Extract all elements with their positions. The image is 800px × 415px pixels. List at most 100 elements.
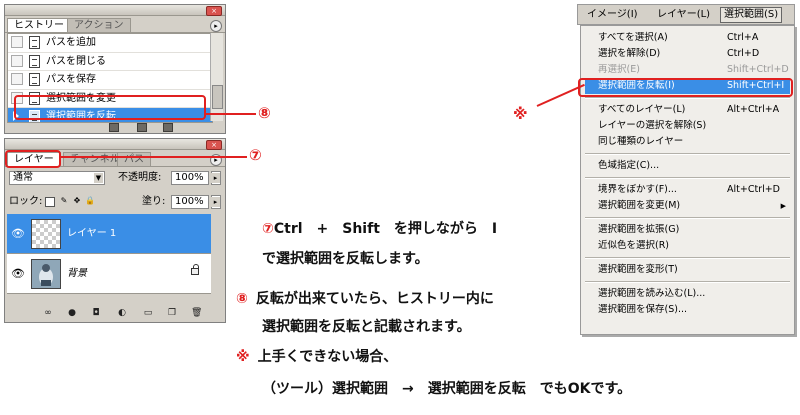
line1-text: Ctrl + Shift を押しながら I — [273, 221, 498, 237]
menu-item[interactable]: 選択範囲を保存(S)... — [585, 302, 790, 318]
line3-text: 反転が出来ていたら、ヒストリー内に — [255, 291, 494, 307]
camera-snapshot-icon[interactable] — [137, 123, 147, 132]
history-highlight-box — [14, 95, 206, 120]
marker-8: ⑧ — [258, 104, 271, 122]
menu-item-label: すべてのレイヤー(L) — [598, 104, 686, 115]
menu-item[interactable]: 選択範囲を変形(T) — [585, 262, 790, 278]
history-item-label: パスを保存 — [46, 74, 96, 86]
pointer-line-8 — [206, 113, 256, 115]
mask-icon[interactable]: ◘ — [91, 308, 101, 318]
menu-item-label: 同じ種類のレイヤー — [598, 136, 684, 147]
trash-icon[interactable] — [163, 123, 173, 132]
menu-item-label: 選択を解除(D) — [598, 48, 661, 59]
lock-brush-icon[interactable]: ✎ — [59, 197, 69, 207]
blend-row: 通常 ▼ 不透明度: 100% ▸ — [5, 169, 225, 189]
fill-arrow-button[interactable]: ▸ — [211, 195, 221, 209]
blend-mode-value: 通常 — [13, 172, 33, 183]
marker-note: ※ — [513, 105, 528, 123]
fill-value: 100% — [175, 196, 204, 207]
history-item[interactable]: パスを保存 — [8, 71, 212, 90]
menu-separator — [585, 153, 790, 155]
trash-icon[interactable]: 🗑 — [191, 308, 202, 318]
menu-item[interactable]: すべてのレイヤー(L) Alt+Ctrl+A — [585, 102, 790, 118]
menu-item[interactable]: 選択を解除(D) Ctrl+D — [585, 46, 790, 62]
menu-item[interactable]: レイヤーの選択を解除(S) — [585, 118, 790, 134]
adjustment-icon[interactable]: ◐ — [117, 308, 127, 318]
menu-item[interactable]: すべてを選択(A) Ctrl+A — [585, 30, 790, 46]
group-icon[interactable]: ▭ — [143, 308, 153, 318]
history-item[interactable]: パスを追加 — [8, 34, 212, 53]
menu-separator — [585, 177, 790, 179]
history-tab-row: ヒストリー アクション ▸ — [5, 16, 225, 33]
instruction-line-3: ⑧ 反転が出来ていたら、ヒストリー内に — [236, 290, 494, 308]
layers-bottom-bar: ∞ ● ◘ ◐ ▭ ❐ 🗑 — [5, 306, 225, 320]
panel-titlebar[interactable]: × — [5, 139, 225, 150]
panel-menu-arrow-icon[interactable]: ▸ — [210, 20, 222, 32]
opacity-input[interactable]: 100% — [171, 171, 209, 185]
line3-mark: ⑧ — [236, 291, 248, 307]
instruction-line-1: ⑦Ctrl + Shift を押しながら I — [262, 220, 497, 238]
menu-item-shortcut: Ctrl+D — [727, 48, 760, 59]
menu-item[interactable]: 境界をぼかす(F)... Alt+Ctrl+D — [585, 182, 790, 198]
menu-item-label: レイヤーの選択を解除(S) — [598, 120, 707, 131]
history-step-icon — [29, 54, 40, 68]
menu-item[interactable]: 選択範囲を読み込む(L)... — [585, 286, 790, 302]
layer-row-selected[interactable]: 👁 レイヤー 1 — [7, 214, 211, 254]
menu-item[interactable]: 選択範囲を変更(M) ▶ — [585, 198, 790, 214]
line5-text: 上手くできない場合、 — [257, 349, 398, 365]
menu-item[interactable]: 色域指定(C)... — [585, 158, 790, 174]
close-icon[interactable]: × — [206, 140, 222, 150]
opacity-arrow-button[interactable]: ▸ — [211, 171, 221, 185]
lock-all-icon[interactable]: 🔒 — [85, 197, 95, 207]
history-item[interactable]: パスを閉じる — [8, 53, 212, 72]
select-menu-dropdown: すべてを選択(A) Ctrl+A 選択を解除(D) Ctrl+D 再選択(E) Shift… — [580, 25, 795, 335]
layer-thumbnail — [31, 259, 61, 289]
fill-input[interactable]: 100% — [171, 195, 209, 209]
history-scrollbar[interactable] — [210, 33, 223, 121]
tab-actions[interactable]: アクション — [67, 18, 131, 32]
menu-item-shortcut: Ctrl+A — [727, 32, 759, 43]
menu-item[interactable]: 同じ種類のレイヤー — [585, 134, 790, 150]
menu-item[interactable]: 選択範囲を拡張(G) — [585, 222, 790, 238]
eye-icon[interactable]: 👁 — [11, 267, 25, 281]
menu-separator — [585, 281, 790, 283]
menu-item-label: 近似色を選択(R) — [598, 240, 670, 251]
scroll-thumb[interactable] — [212, 85, 223, 109]
eye-icon[interactable]: 👁 — [11, 227, 25, 241]
layer-thumbnail — [31, 219, 61, 249]
panel-titlebar[interactable]: × — [5, 5, 225, 16]
new-layer-icon[interactable]: ❐ — [167, 308, 177, 318]
menu-item[interactable]: 近似色を選択(R) — [585, 238, 790, 254]
history-item-label: パスを追加 — [46, 37, 96, 48]
lock-move-icon[interactable]: ✥ — [72, 197, 82, 207]
lock-label: ロック: — [9, 196, 43, 207]
layer-row[interactable]: 👁 背景 — [7, 254, 211, 294]
blend-mode-select[interactable]: 通常 ▼ — [9, 171, 105, 185]
layer-name: 背景 — [67, 268, 87, 279]
link-icon[interactable]: ∞ — [43, 308, 53, 318]
menu-layer[interactable]: レイヤー(L) — [654, 8, 713, 22]
history-bottom-bar — [5, 121, 225, 133]
snapshot-checkbox[interactable] — [11, 54, 23, 67]
tab-paths[interactable]: パス — [117, 152, 151, 166]
menu-select[interactable]: 選択範囲(S) — [720, 7, 783, 23]
menu-separator — [585, 97, 790, 99]
fx-icon[interactable]: ● — [67, 308, 77, 318]
menu-image[interactable]: イメージ(I) — [584, 8, 641, 22]
snapshot-checkbox[interactable] — [11, 73, 23, 86]
layers-tab-highlight-box — [5, 150, 61, 168]
menu-item-label: 選択範囲を変更(M) — [598, 200, 681, 211]
menu-item-label: 再選択(E) — [598, 64, 640, 75]
menu-item-label: すべてを選択(A) — [598, 32, 668, 43]
chevron-right-icon: ▸ — [211, 173, 220, 183]
snapshot-checkbox[interactable] — [11, 36, 23, 48]
instruction-line-5: ※ 上手くできない場合、 — [236, 348, 397, 366]
lock-row: ロック: ✎ ✥ 🔒 塗り: 100% ▸ — [5, 193, 225, 213]
tab-history[interactable]: ヒストリー — [7, 18, 71, 32]
menu-item-label: 選択範囲を変形(T) — [598, 264, 678, 275]
menu-bar: イメージ(I) レイヤー(L) 選択範囲(S) — [577, 4, 795, 25]
chevron-right-icon: ▸ — [211, 197, 220, 207]
lock-transparency-icon[interactable] — [45, 197, 55, 207]
new-document-icon[interactable] — [109, 123, 119, 132]
close-icon[interactable]: × — [206, 6, 222, 16]
